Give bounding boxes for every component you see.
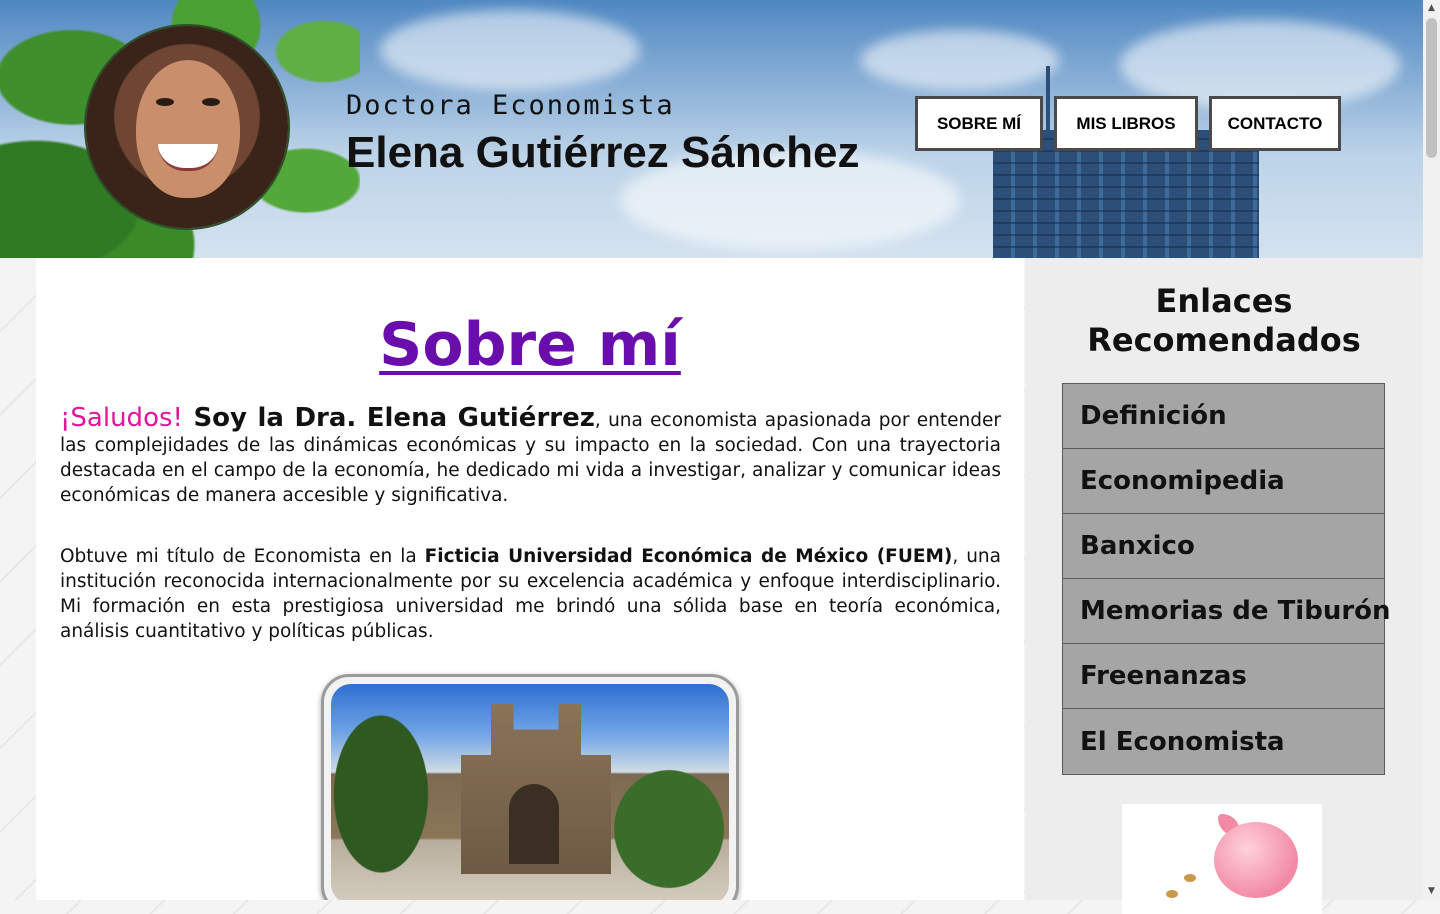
coin-icon — [1184, 874, 1196, 882]
link-el-economista[interactable]: El Economista — [1063, 709, 1384, 774]
avatar-eye — [156, 98, 174, 106]
sidebar-title: Enlaces Recomendados — [1087, 282, 1361, 359]
link-definicion[interactable]: Definición — [1063, 384, 1384, 449]
site-header: Doctora Economista Elena Gutiérrez Sánch… — [0, 0, 1423, 258]
page-title[interactable]: Sobre mí — [36, 310, 1024, 380]
university-photo — [331, 684, 729, 900]
link-economipedia[interactable]: Economipedia — [1063, 449, 1384, 514]
education-before-text: Obtuve mi título de Economista en la — [60, 546, 425, 567]
main-content: Sobre mí ¡Saludos! Soy la Dra. Elena Gut… — [36, 258, 1024, 900]
scroll-thumb[interactable] — [1426, 18, 1437, 158]
education-paragraph: Obtuve mi título de Economista en la Fic… — [60, 544, 1001, 644]
greeting-text: ¡Saludos! — [60, 403, 183, 433]
photo-arch — [509, 784, 559, 864]
link-freenanzas[interactable]: Freenanzas — [1063, 644, 1384, 709]
profile-avatar — [86, 26, 288, 228]
university-name: Ficticia Universidad Económica de México… — [424, 546, 953, 567]
cloud — [380, 10, 640, 90]
link-memorias-de-tiburon[interactable]: Memorias de Tiburón — [1063, 579, 1391, 644]
nav-sobre-mi-button[interactable]: SOBRE MÍ — [915, 96, 1043, 151]
intro-name-text: Soy la Dra. Elena Gutiérrez — [182, 403, 595, 433]
site-subtitle: Doctora Economista — [346, 90, 675, 121]
piggy-bank-image — [1122, 804, 1322, 914]
link-banxico[interactable]: Banxico — [1063, 514, 1384, 579]
photo-tree — [331, 694, 441, 894]
page-scrollbar[interactable]: ▲ ▼ — [1423, 0, 1440, 900]
university-photo-frame — [321, 674, 739, 900]
piggy-bank-icon — [1214, 822, 1298, 898]
coin-icon — [1166, 890, 1178, 898]
cloud — [860, 30, 1060, 90]
photo-tree — [599, 754, 729, 900]
scroll-down-arrow-icon[interactable]: ▼ — [1423, 883, 1440, 900]
intro-paragraph: ¡Saludos! Soy la Dra. Elena Gutiérrez, u… — [60, 403, 1001, 508]
nav-contacto-button[interactable]: CONTACTO — [1209, 96, 1341, 151]
main-nav: SOBRE MÍ MIS LIBROS CONTACTO — [915, 96, 1341, 151]
avatar-face — [136, 60, 240, 198]
nav-mis-libros-button[interactable]: MIS LIBROS — [1054, 96, 1198, 151]
site-name: Elena Gutiérrez Sánchez — [346, 128, 860, 177]
sidebar: Enlaces Recomendados Definición Economip… — [1025, 258, 1423, 914]
avatar-eye — [202, 98, 220, 106]
scroll-up-arrow-icon[interactable]: ▲ — [1423, 0, 1440, 17]
recommended-links-list: Definición Economipedia Banxico Memorias… — [1062, 383, 1391, 775]
